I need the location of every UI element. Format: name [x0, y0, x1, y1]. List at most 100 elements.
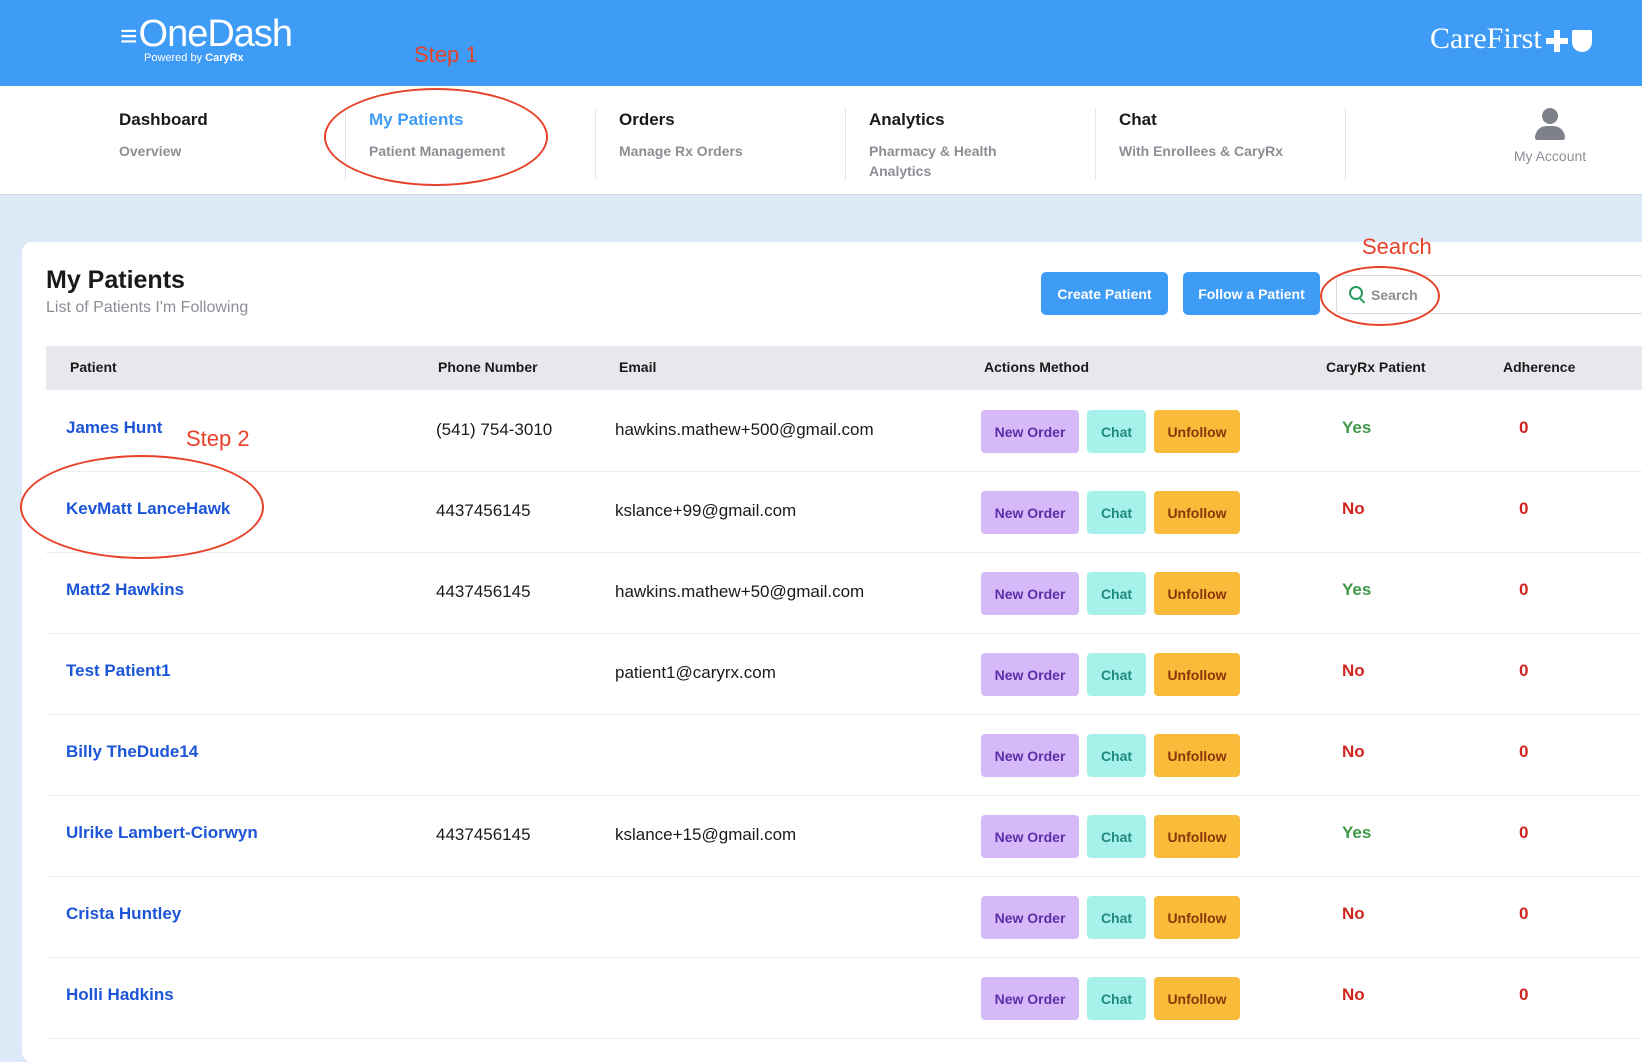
new-order-button[interactable]: New Order — [981, 491, 1079, 534]
carefirst-logo: CareFirst — [1430, 22, 1592, 56]
patient-name-link[interactable]: Crista Huntley — [66, 904, 181, 924]
email-address: kslance+15@gmail.com — [615, 825, 797, 844]
email-address: kslance+99@gmail.com — [615, 501, 797, 520]
chat-button[interactable]: Chat — [1087, 815, 1146, 858]
caryrx-status: No — [1342, 985, 1365, 1004]
adherence-value: 0 — [1519, 661, 1529, 680]
chat-button[interactable]: Chat — [1087, 491, 1146, 534]
cross-icon — [1545, 30, 1568, 53]
caryrx-status: Yes — [1342, 418, 1372, 437]
nav-divider — [1345, 108, 1346, 180]
chat-button[interactable]: Chat — [1087, 410, 1146, 453]
step2-ellipse — [20, 455, 264, 559]
user-avatar-icon — [1530, 108, 1570, 144]
unfollow-button[interactable]: Unfollow — [1154, 572, 1240, 615]
caryrx-status: No — [1342, 661, 1365, 680]
new-order-button[interactable]: New Order — [981, 653, 1079, 696]
new-order-button[interactable]: New Order — [981, 572, 1079, 615]
logo-powered-brand: CaryRx — [205, 52, 244, 64]
table-row: James Hunt (541) 754-3010 hawkins.mathew… — [46, 390, 1642, 472]
caryrx-status: Yes — [1342, 580, 1372, 599]
chat-button[interactable]: Chat — [1087, 734, 1146, 777]
adherence-value: 0 — [1519, 418, 1529, 437]
menu-lines-icon: ≡ — [120, 20, 137, 53]
new-order-button[interactable]: New Order — [981, 896, 1079, 939]
adherence-value: 0 — [1519, 742, 1529, 761]
caryrx-status: No — [1342, 904, 1365, 923]
nav-title: Orders — [619, 110, 675, 129]
caryrx-status: No — [1342, 742, 1365, 761]
search-annotation: Search — [1362, 234, 1432, 259]
step2-annotation: Step 2 — [186, 426, 250, 451]
patient-name-link[interactable]: Test Patient1 — [66, 661, 171, 681]
patient-name-link[interactable]: Ulrike Lambert-Ciorwyn — [66, 823, 258, 843]
page-title: My Patients — [46, 266, 185, 294]
my-account-button[interactable]: My Account — [1490, 108, 1610, 178]
table-row: Crista Huntley New Order Chat Unfollow N… — [46, 876, 1642, 958]
nav-subtitle: Overview — [119, 143, 182, 159]
chat-button[interactable]: Chat — [1087, 572, 1146, 615]
unfollow-button[interactable]: Unfollow — [1154, 977, 1240, 1020]
nav-title: Analytics — [869, 110, 945, 129]
column-header-email: Email — [619, 359, 657, 375]
unfollow-button[interactable]: Unfollow — [1154, 815, 1240, 858]
page-subtitle: List of Patients I'm Following — [46, 299, 249, 316]
unfollow-button[interactable]: Unfollow — [1154, 734, 1240, 777]
caryrx-status: No — [1342, 499, 1365, 518]
new-order-button[interactable]: New Order — [981, 977, 1079, 1020]
column-header-phone: Phone Number — [438, 359, 538, 375]
unfollow-button[interactable]: Unfollow — [1154, 896, 1240, 939]
step1-annotation: Step 1 — [414, 42, 478, 67]
chat-button[interactable]: Chat — [1087, 896, 1146, 939]
unfollow-button[interactable]: Unfollow — [1154, 491, 1240, 534]
onedash-logo[interactable]: ≡OneDash Powered by CaryRx — [120, 13, 294, 64]
unfollow-button[interactable]: Unfollow — [1154, 653, 1240, 696]
nav-subtitle: Pharmacy & Health Analytics — [869, 143, 997, 179]
logo-text: OneDash — [138, 13, 294, 55]
table-header: Patient Phone Number Email Actions Metho… — [46, 346, 1642, 390]
new-order-button[interactable]: New Order — [981, 410, 1079, 453]
adherence-value: 0 — [1519, 985, 1529, 1004]
main-nav: Dashboard Overview My Patients Patient M… — [0, 86, 1642, 195]
nav-title: Dashboard — [119, 110, 208, 129]
step1-ellipse — [324, 88, 548, 186]
search-ellipse — [1320, 266, 1440, 326]
column-header-actions: Actions Method — [984, 359, 1089, 375]
chat-button[interactable]: Chat — [1087, 977, 1146, 1020]
chat-button[interactable]: Chat — [1087, 653, 1146, 696]
patient-name-link[interactable]: Billy TheDude14 — [66, 742, 198, 762]
shield-icon — [1571, 30, 1592, 53]
new-order-button[interactable]: New Order — [981, 815, 1079, 858]
unfollow-button[interactable]: Unfollow — [1154, 410, 1240, 453]
column-header-patient: Patient — [70, 359, 117, 375]
table-row: Holli Hadkins New Order Chat Unfollow No… — [46, 957, 1642, 1039]
adherence-value: 0 — [1519, 580, 1529, 599]
caryrx-status: Yes — [1342, 823, 1372, 842]
adherence-value: 0 — [1519, 904, 1529, 923]
patient-name-link[interactable]: Matt2 Hawkins — [66, 580, 184, 600]
nav-subtitle: Manage Rx Orders — [619, 143, 743, 159]
my-account-label: My Account — [1513, 148, 1587, 164]
patient-name-link[interactable]: James Hunt — [66, 418, 162, 438]
nav-title: Chat — [1119, 110, 1157, 129]
column-header-adherence: Adherence — [1503, 359, 1576, 375]
table-row: Billy TheDude14 New Order Chat Unfollow … — [46, 714, 1642, 796]
nav-divider — [1095, 108, 1096, 180]
table-row: Test Patient1 patient1@caryrx.com New Or… — [46, 633, 1642, 715]
phone-number: (541) 754-3010 — [436, 420, 553, 439]
column-header-caryrx: CaryRx Patient — [1326, 359, 1426, 375]
phone-number: 4437456145 — [436, 582, 531, 601]
email-address: patient1@caryrx.com — [615, 663, 776, 682]
follow-patient-button[interactable]: Follow a Patient — [1183, 272, 1320, 315]
table-row: Matt2 Hawkins 4437456145 hawkins.mathew+… — [46, 552, 1642, 634]
nav-subtitle: With Enrollees & CaryRx — [1119, 143, 1284, 159]
email-address: hawkins.mathew+500@gmail.com — [615, 420, 874, 439]
patient-name-link[interactable]: Holli Hadkins — [66, 985, 174, 1005]
adherence-value: 0 — [1519, 499, 1529, 518]
nav-divider — [595, 108, 596, 180]
create-patient-button[interactable]: Create Patient — [1041, 272, 1168, 315]
email-address: hawkins.mathew+50@gmail.com — [615, 582, 865, 601]
top-banner: ≡OneDash Powered by CaryRx CareFirst — [0, 0, 1642, 86]
new-order-button[interactable]: New Order — [981, 734, 1079, 777]
logo-powered-text: Powered by — [144, 52, 203, 64]
